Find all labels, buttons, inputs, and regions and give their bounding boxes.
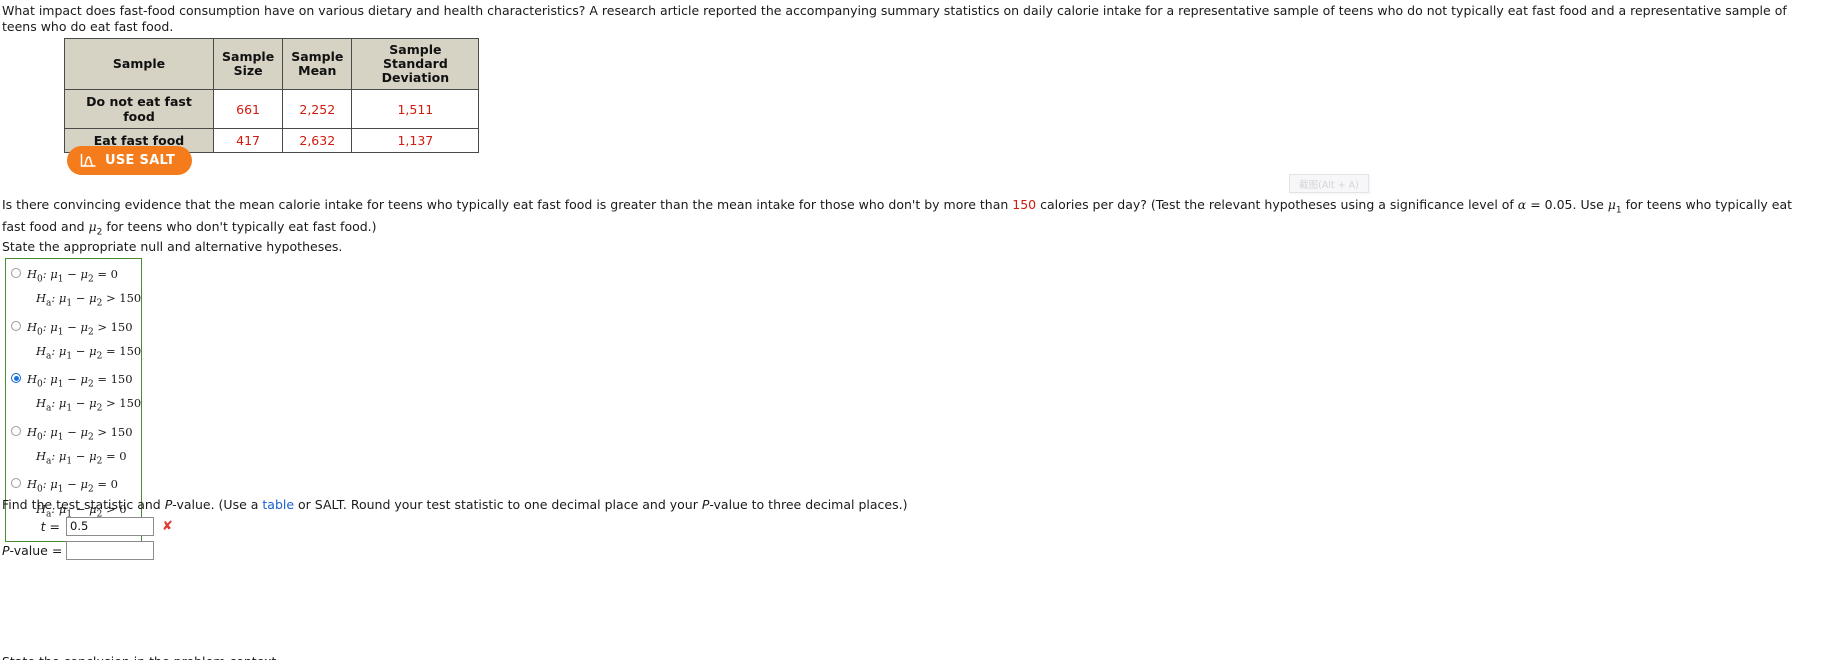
- question-text-part5: for teens who don't typically eat fast f…: [102, 218, 377, 234]
- radio-option-3[interactable]: [11, 373, 21, 384]
- column-header-sample: Sample: [64, 38, 214, 90]
- screenshot-shortcut-label: 截图(Alt + A): [1299, 179, 1359, 191]
- opt4-alt-H: H: [36, 449, 47, 464]
- find-text-part2: -value. (Use a: [172, 497, 263, 512]
- opt2-alt-H: H: [36, 343, 47, 358]
- p-value-row: P-value =: [2, 539, 173, 561]
- find-test-statistic-prompt: Find the test statistic and P-value. (Us…: [2, 497, 907, 512]
- radio-option-5[interactable]: [11, 478, 21, 489]
- next-question-prompt-cutoff: State the conclusion in the problem cont…: [2, 654, 280, 660]
- question-text-part2: calories per day? (Test the relevant hyp…: [1036, 197, 1518, 212]
- table-row: Do not eat fast food 661 2,252 1,511: [64, 89, 480, 129]
- radio-option-4[interactable]: [11, 425, 21, 436]
- cell-mean-eat-fast-food: 2,632: [282, 128, 353, 153]
- question-threshold-value: 150: [1012, 197, 1037, 212]
- mu2-symbol: μ: [88, 218, 97, 234]
- opt3-alt-H: H: [36, 396, 47, 411]
- opt5-null-H: H: [27, 477, 38, 492]
- p-value-equals: -value =: [9, 542, 63, 558]
- intro-paragraph: What impact does fast-food consumption h…: [2, 3, 1787, 34]
- column-header-sample-sd: Sample Standard Deviation: [351, 38, 480, 90]
- cell-size-no-fast-food: 661: [212, 89, 284, 129]
- opt2-null-H: H: [27, 319, 38, 334]
- screenshot-shortcut-widget[interactable]: 截图(Alt + A): [1289, 174, 1369, 193]
- question-paragraph: Is there convincing evidence that the me…: [2, 197, 1819, 240]
- question-text-part3: = 0.05. Use: [1526, 197, 1608, 212]
- row-label-no-fast-food: Do not eat fast food: [64, 89, 214, 129]
- table-header-row: Sample Sample Size Sample Mean Sample St…: [64, 38, 480, 90]
- cell-size-eat-fast-food: 417: [212, 128, 284, 153]
- cell-sd-no-fast-food: 1,511: [351, 89, 480, 129]
- use-salt-label: USE SALT: [105, 153, 176, 168]
- hypothesis-option-2[interactable]: H0: μ1 − μ2 > 150 Ha: μ1 − μ2 = 150: [6, 316, 141, 369]
- t-statistic-input[interactable]: [66, 516, 154, 536]
- table-link[interactable]: table: [262, 497, 294, 512]
- radio-option-1[interactable]: [11, 268, 21, 278]
- answer-fields: t = ✘ P-value =: [2, 515, 173, 563]
- opt1-alt-H: H: [36, 291, 47, 306]
- column-header-sample-mean: Sample Mean: [282, 38, 353, 90]
- hypothesis-option-3[interactable]: H0: μ1 − μ2 = 150 Ha: μ1 − μ2 > 150: [6, 368, 141, 421]
- hypothesis-option-1[interactable]: H0: μ1 − μ2 = 0 Ha: μ1 − μ2 > 150: [6, 263, 141, 316]
- opt4-null-H: H: [27, 424, 38, 439]
- cell-mean-no-fast-food: 2,252: [282, 89, 353, 129]
- t-equals: =: [45, 518, 60, 534]
- state-hypotheses-prompt: State the appropriate null and alternati…: [2, 239, 343, 254]
- find-text-part1: Find the test statistic and: [2, 497, 165, 512]
- hypothesis-option-4[interactable]: H0: μ1 − μ2 > 150 Ha: μ1 − μ2 = 0: [6, 421, 141, 474]
- cell-sd-eat-fast-food: 1,137: [351, 128, 480, 153]
- mu1-symbol: μ: [1607, 197, 1616, 212]
- summary-statistics-table: Sample Sample Size Sample Mean Sample St…: [64, 38, 480, 153]
- column-header-sample-size: Sample Size: [212, 38, 284, 90]
- radio-option-2[interactable]: [11, 320, 21, 331]
- find-text-part3: or SALT. Round your test statistic to on…: [294, 497, 702, 512]
- alpha-symbol: α: [1517, 197, 1527, 212]
- distribution-curve-icon: [80, 153, 97, 168]
- incorrect-x-icon: ✘: [162, 518, 173, 534]
- find-text-part4: -value to three decimal places.): [709, 497, 908, 512]
- p-label: P: [2, 542, 10, 558]
- opt3-null-H: H: [27, 372, 38, 387]
- t-statistic-row: t = ✘: [2, 515, 173, 537]
- opt1-null-H: H: [27, 267, 38, 281]
- p-value-input[interactable]: [66, 540, 154, 560]
- question-text-part1: Is there convincing evidence that the me…: [2, 197, 1013, 212]
- use-salt-button[interactable]: USE SALT: [67, 146, 193, 175]
